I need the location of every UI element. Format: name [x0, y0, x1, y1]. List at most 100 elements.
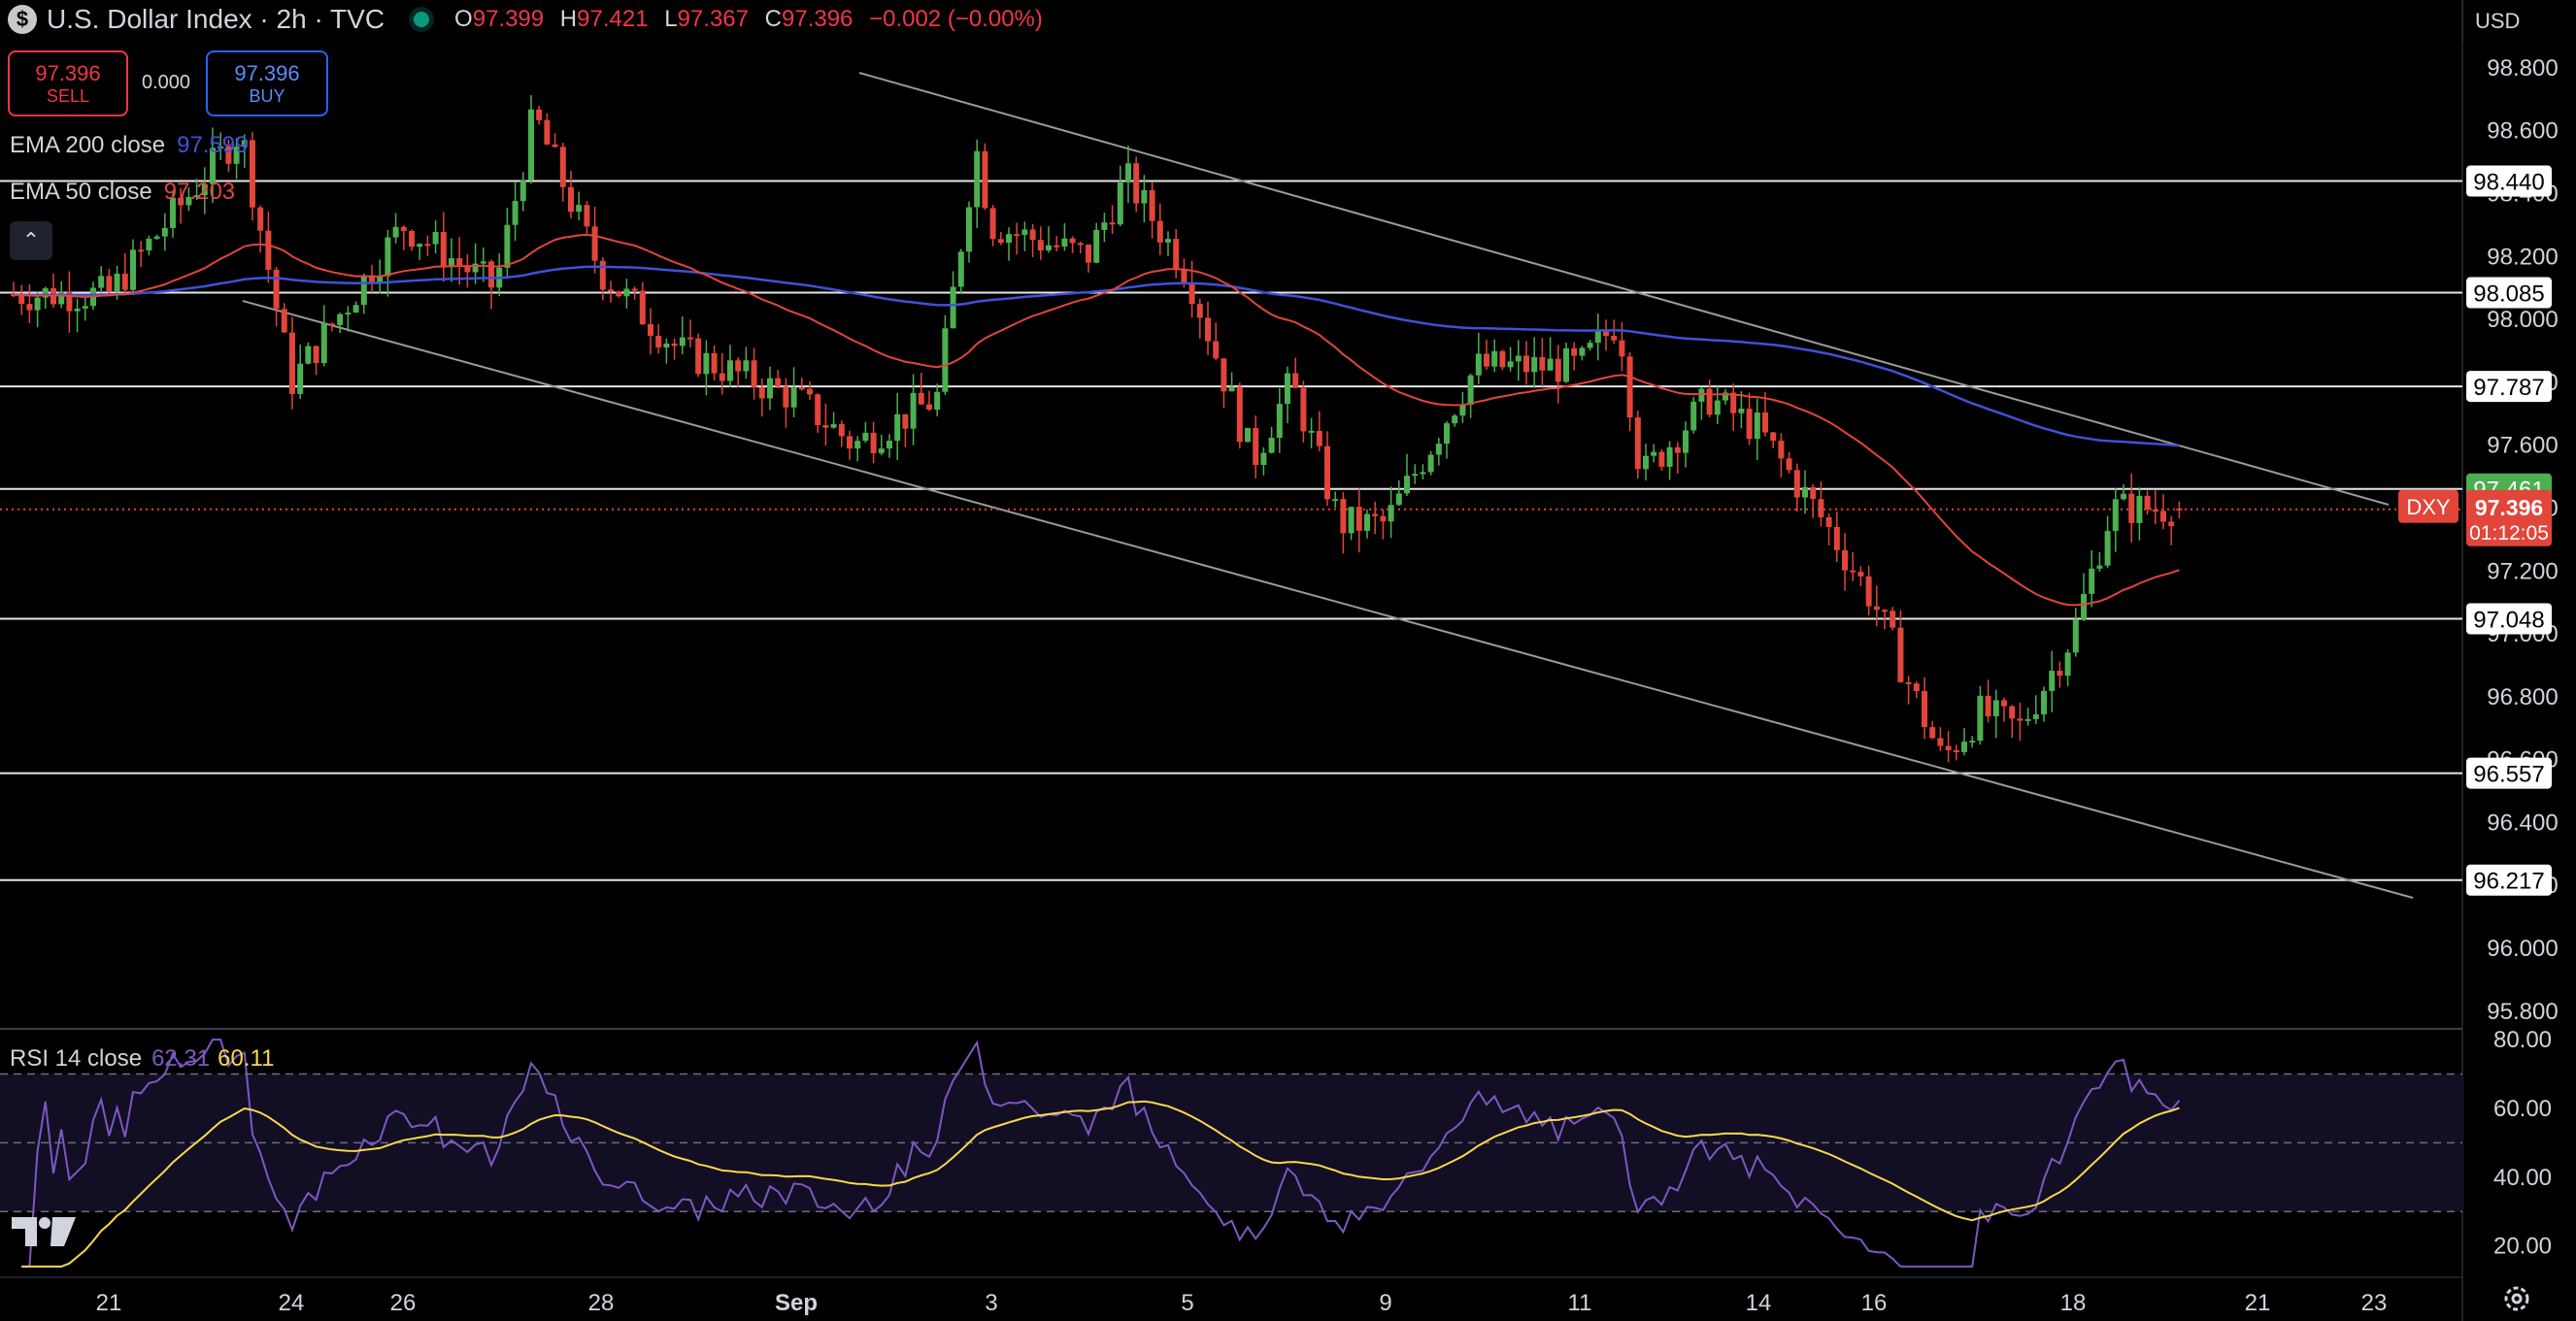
candle-body	[568, 186, 574, 213]
high-label: H	[559, 6, 578, 32]
candle-body	[1061, 238, 1068, 248]
time-tick-label: 26	[390, 1290, 417, 1316]
candle-body	[2136, 495, 2143, 523]
candle-body	[1523, 355, 1529, 373]
candle-body	[1977, 695, 1984, 742]
sell-button[interactable]: 97.396 SELL	[8, 50, 128, 116]
candle-body	[599, 260, 606, 290]
high-value: 97.421	[577, 6, 649, 32]
candle-body	[1810, 486, 1817, 500]
candle-body	[639, 290, 646, 325]
gear-icon[interactable]	[2499, 1281, 2534, 1316]
candle-body	[735, 360, 742, 372]
candle-body	[1992, 700, 1999, 717]
currency-selector[interactable]: USD	[2462, 0, 2576, 43]
rsi-ma-value: 60.11	[217, 1045, 275, 1072]
symbol-title[interactable]: U.S. Dollar Index · 2h · TVC	[47, 4, 385, 35]
candle-body	[1117, 182, 1123, 225]
candle-body	[440, 232, 447, 268]
price-tick-label: 95.800	[2487, 999, 2558, 1025]
buy-label: BUY	[249, 85, 285, 106]
candle-body	[989, 208, 996, 240]
candle-body	[1452, 415, 1458, 424]
ohlc-readout: O97.399 H97.421 L97.367 C97.396 −0.002 (…	[454, 6, 1053, 33]
candle-body	[663, 343, 670, 347]
candle-body	[1658, 451, 1665, 467]
candle-body	[2089, 568, 2095, 594]
candle-body	[1786, 458, 1792, 471]
candle-body	[536, 109, 543, 120]
time-tick-label: 16	[1861, 1290, 1888, 1316]
candle-body	[2057, 671, 2063, 677]
time-tick-label: 28	[588, 1290, 615, 1316]
bar-countdown: 01:12:05	[2469, 522, 2549, 545]
candle-body	[1746, 409, 1753, 440]
candle-body	[281, 309, 287, 333]
candle-body	[1236, 386, 1243, 443]
candle-body	[1435, 444, 1442, 455]
candle-body	[1969, 741, 1976, 743]
candle-body	[1563, 347, 1569, 382]
candle-body	[1069, 238, 1076, 244]
candle-body	[1913, 683, 1920, 692]
market-open-icon	[414, 12, 430, 27]
candle-body	[528, 109, 534, 181]
candle-body	[1412, 474, 1419, 477]
candle-body	[711, 352, 718, 374]
low-value: 97.367	[677, 6, 749, 32]
candle-body	[146, 238, 152, 251]
candle-body	[409, 230, 415, 248]
rsi-legend[interactable]: RSI 14 close 62.31 60.11	[10, 1045, 274, 1073]
candle-body	[1332, 499, 1339, 502]
candle-body	[1515, 355, 1522, 362]
candle-body	[1706, 388, 1713, 415]
candle-body	[1491, 350, 1498, 367]
candle-body	[2144, 495, 2151, 511]
candle-body	[34, 297, 41, 311]
candle-body	[631, 288, 638, 291]
ema200-legend[interactable]: EMA 200 close 97.599	[10, 132, 249, 159]
candle-body	[2128, 493, 2135, 523]
candle-body	[1833, 526, 1840, 550]
candle-body	[2160, 511, 2166, 522]
candle-body	[807, 388, 813, 395]
candle-body	[1276, 404, 1283, 439]
candle-body	[1054, 245, 1060, 248]
time-tick-label: 23	[2361, 1290, 2388, 1316]
candle-body	[695, 338, 702, 375]
candle-body	[1228, 386, 1235, 392]
candle-body	[957, 251, 964, 287]
ema50-label: EMA 50 close	[10, 179, 152, 205]
price-chart[interactable]: 98.80098.60098.40098.20098.00097.80097.6…	[0, 0, 2576, 1321]
candle-body	[1205, 317, 1211, 342]
candle-body	[1850, 570, 1857, 573]
candle-body	[1308, 430, 1315, 433]
candle-body	[1181, 270, 1188, 282]
candle-body	[424, 244, 431, 247]
candle-body	[1539, 356, 1546, 371]
level-price-label: 96.557	[2473, 762, 2544, 788]
candle-body	[2104, 531, 2111, 566]
candle-body	[1897, 627, 1904, 682]
collapse-legend-button[interactable]: ⌃	[10, 221, 52, 260]
sell-label: SELL	[46, 85, 90, 106]
level-price-label: 98.085	[2473, 281, 2544, 308]
candle-body	[815, 394, 821, 426]
candle-body	[1173, 239, 1180, 271]
candle-body	[648, 324, 653, 336]
tradingview-logo-icon	[12, 1217, 76, 1246]
candle-body	[758, 386, 765, 399]
ema50-value: 97.203	[163, 179, 236, 205]
candle-body	[1961, 742, 1967, 752]
candle-body	[106, 276, 113, 292]
time-tick-label: Sep	[775, 1290, 818, 1316]
candle-body	[1245, 427, 1251, 443]
candle-body	[337, 314, 344, 325]
buy-button[interactable]: 97.396 BUY	[206, 50, 328, 116]
candle-body	[360, 275, 367, 306]
time-tick-label: 21	[2245, 1290, 2271, 1316]
ema50-legend[interactable]: EMA 50 close 97.203	[10, 179, 235, 206]
time-tick-label: 3	[985, 1290, 997, 1316]
price-tick-label: 96.800	[2487, 684, 2558, 710]
candle-body	[2032, 714, 2039, 719]
